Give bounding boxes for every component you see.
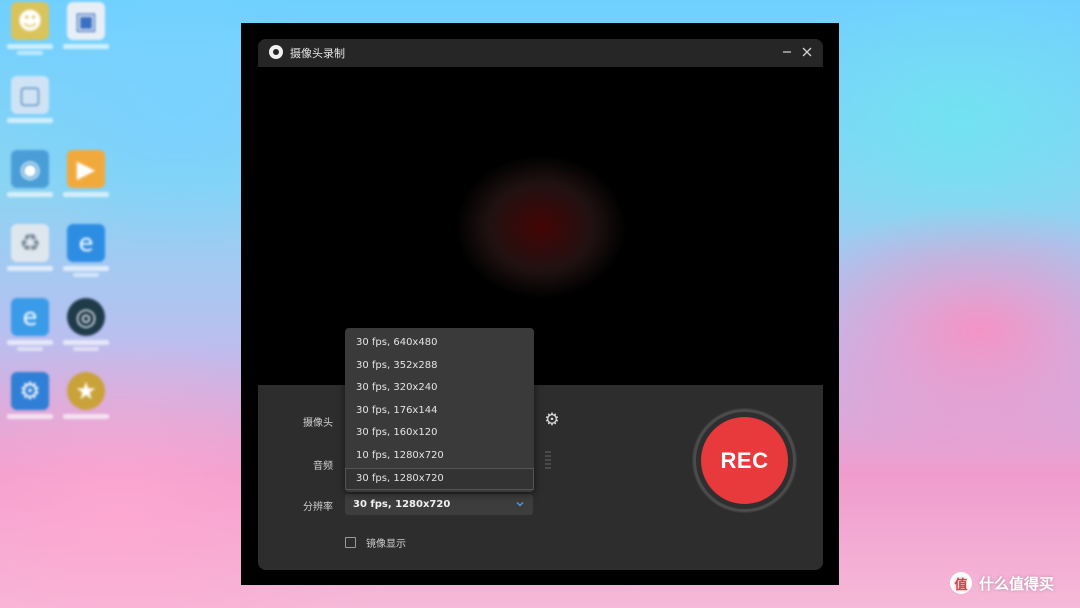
user-folder-icon: ☻ [11, 2, 49, 40]
watermark-logo-icon: 值 [950, 572, 972, 594]
gear-icon: ⚙ [544, 410, 560, 430]
media-player-icon: ▶ [67, 150, 105, 188]
dropdown-option[interactable]: 30 fps, 320x240 [345, 377, 534, 399]
watermark-text: 什么值得买 [979, 574, 1055, 593]
resolution-selected-value: 30 fps, 1280x720 [353, 499, 451, 510]
desktop-icon-settings[interactable]: ⚙ [2, 372, 58, 419]
title-bar[interactable]: 摄像头录制 [258, 39, 823, 67]
desktop-icon-recorder[interactable]: ◎ [58, 298, 114, 351]
desktop-icon-user[interactable]: ☻ [2, 2, 58, 55]
chevron-down-icon [516, 502, 524, 507]
internet-explorer-icon: e [11, 298, 49, 336]
dropdown-option[interactable]: 30 fps, 640x480 [345, 332, 534, 354]
dropdown-option[interactable]: 30 fps, 176x144 [345, 400, 534, 422]
desktop-icon-ie[interactable]: e [2, 298, 58, 351]
desktop-icon-recycle[interactable]: ♻ [2, 224, 58, 271]
desktop-icon-media[interactable]: ▶ [58, 150, 114, 197]
mirror-checkbox[interactable] [345, 537, 356, 548]
game-icon: ★ [67, 372, 105, 410]
browser-icon: e [67, 224, 105, 262]
camera-preview [258, 67, 823, 385]
close-button[interactable] [798, 43, 816, 61]
minimize-button[interactable] [778, 43, 796, 61]
minimize-icon [783, 51, 791, 53]
camera-label: 摄像头 [303, 418, 333, 429]
recycle-bin-icon: ♻ [11, 224, 49, 262]
desktop-icon-browser[interactable]: e [58, 224, 114, 277]
settings-app-icon: ⚙ [11, 372, 49, 410]
network-icon: ◉ [11, 150, 49, 188]
camera-recorder-window: 摄像头录制 摄像头 音频 分辨率 ⚙ 30 fps, 1280x720 镜像显示… [258, 39, 823, 570]
mirror-label: 镜像显示 [366, 539, 406, 550]
resolution-label: 分辨率 [303, 502, 333, 513]
app-logo-icon [269, 45, 283, 59]
dropdown-option[interactable]: 10 fps, 1280x720 [345, 445, 534, 467]
desktop-icon-game[interactable]: ★ [58, 372, 114, 419]
desktop-icon-computer[interactable]: ▢ [2, 76, 58, 123]
watermark: 值 什么值得买 [950, 572, 1054, 594]
camera-settings-button[interactable]: ⚙ [543, 411, 561, 429]
audio-label: 音频 [313, 461, 333, 472]
dropdown-option[interactable]: 30 fps, 352x288 [345, 355, 534, 377]
resolution-select[interactable]: 30 fps, 1280x720 [345, 494, 533, 515]
app-icon: ▣ [67, 2, 105, 40]
desktop-icon-app[interactable]: ▣ [58, 2, 114, 49]
recorder-app-icon: ◎ [67, 298, 105, 336]
record-button[interactable]: REC [701, 417, 788, 504]
audio-level-meter [545, 451, 551, 471]
resolution-dropdown-list: 30 fps, 640x480 30 fps, 352x288 30 fps, … [345, 328, 534, 492]
mirror-display-option[interactable]: 镜像显示 [345, 535, 406, 550]
desktop-icon-network[interactable]: ◉ [2, 150, 58, 197]
dropdown-option[interactable]: 30 fps, 160x120 [345, 422, 534, 444]
computer-icon: ▢ [11, 76, 49, 114]
dropdown-option-selected[interactable]: 30 fps, 1280x720 [345, 468, 534, 490]
close-icon [802, 47, 812, 57]
window-title: 摄像头录制 [290, 47, 345, 60]
